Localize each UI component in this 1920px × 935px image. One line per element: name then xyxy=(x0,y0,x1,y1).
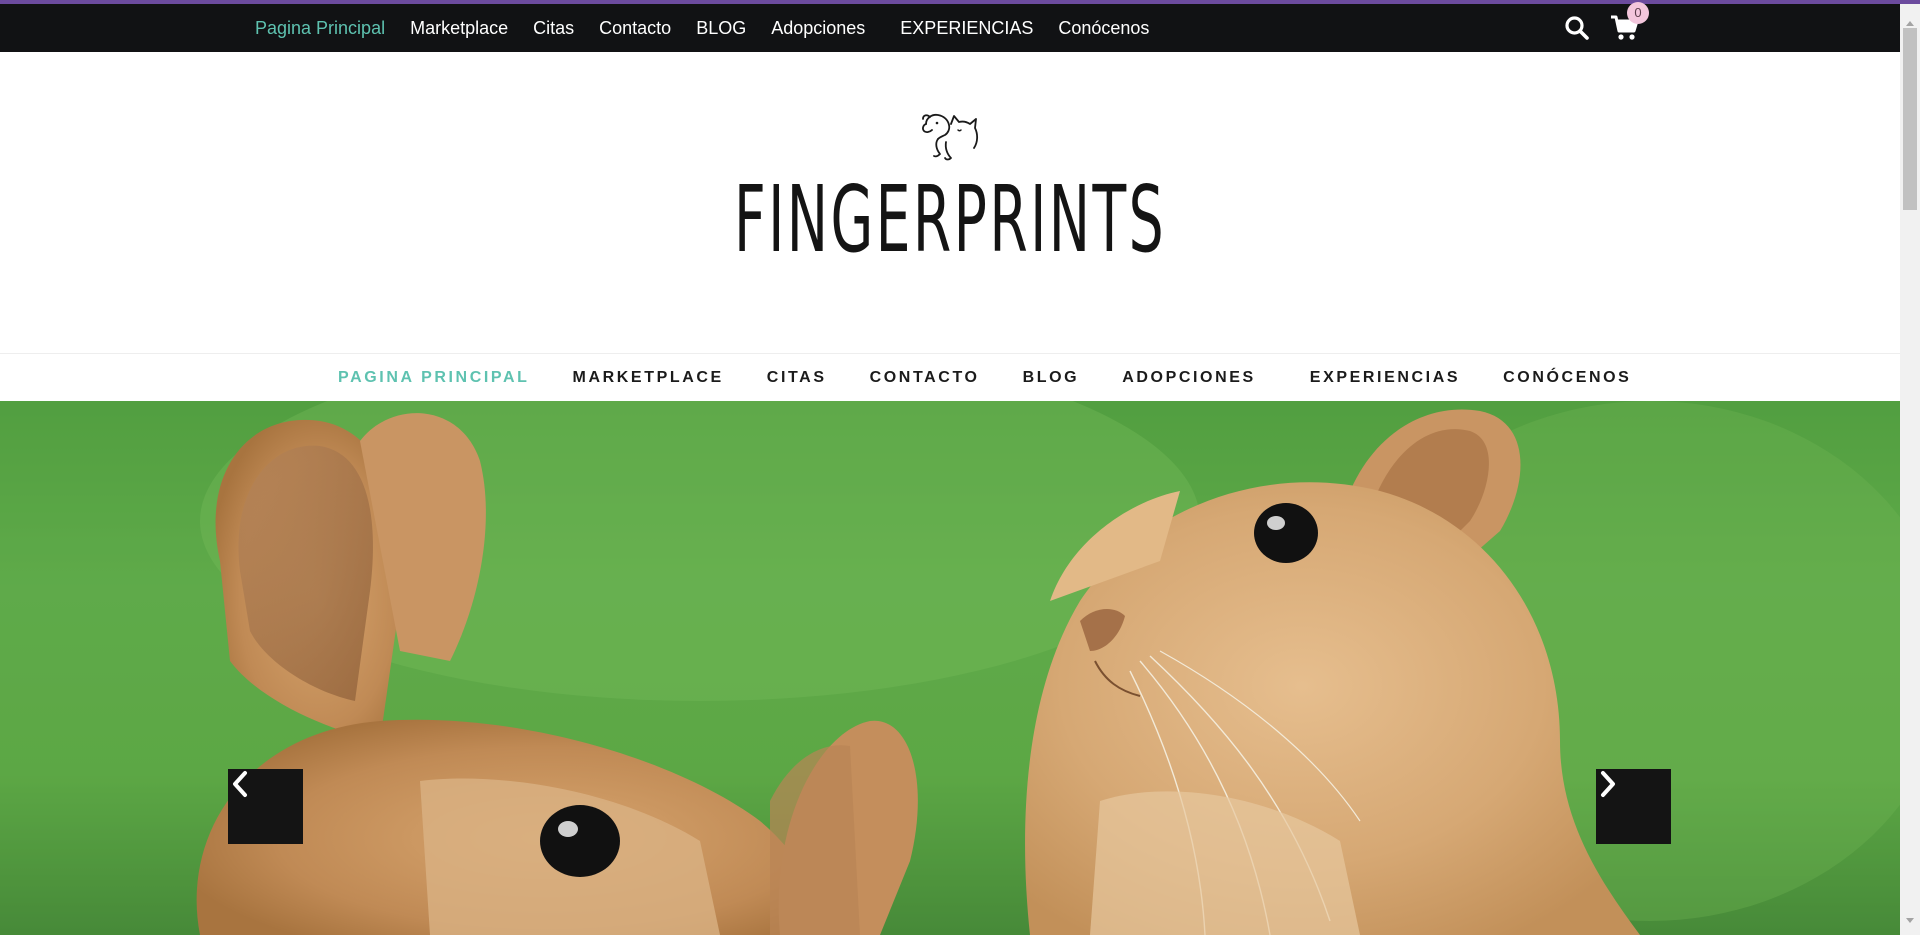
top-nav-adopciones[interactable]: Adopciones xyxy=(771,18,865,39)
top-bar-icons: 0 xyxy=(1564,2,1649,52)
top-nav-contacto[interactable]: Contacto xyxy=(599,18,671,39)
cart-button[interactable]: 0 xyxy=(1610,2,1649,42)
chevron-right-icon xyxy=(1601,771,1615,797)
top-nav-marketplace[interactable]: Marketplace xyxy=(410,18,508,39)
slider-prev-button[interactable] xyxy=(228,769,303,844)
rabbits-on-grass-photo xyxy=(0,401,1900,935)
main-nav-adopciones[interactable]: ADOPCIONES xyxy=(1122,369,1256,387)
main-nav-blog[interactable]: BLOG xyxy=(1023,369,1080,387)
scroll-up-arrow-icon[interactable] xyxy=(1900,18,1920,28)
page-scrollbar[interactable] xyxy=(1900,4,1920,935)
top-nav-home[interactable]: Pagina Principal xyxy=(255,18,385,39)
main-nav-experiencias[interactable]: EXPERIENCIAS xyxy=(1310,369,1460,387)
logo-area: FINGERPRINTS xyxy=(0,52,1900,352)
search-icon[interactable] xyxy=(1564,15,1590,41)
top-nav-blog[interactable]: BLOG xyxy=(696,18,746,39)
dog-cat-outline-icon[interactable] xyxy=(918,112,982,164)
main-nav-conocenos[interactable]: CONÓCENOS xyxy=(1503,369,1631,387)
main-nav-marketplace[interactable]: MARKETPLACE xyxy=(573,369,724,387)
chevron-left-icon xyxy=(233,771,247,797)
main-nav-contacto[interactable]: CONTACTO xyxy=(870,369,980,387)
top-nav-experiencias[interactable]: EXPERIENCIAS xyxy=(900,18,1033,39)
cart-count-badge: 0 xyxy=(1627,2,1649,24)
scrollbar-thumb[interactable] xyxy=(1903,28,1917,210)
scroll-down-arrow-icon[interactable] xyxy=(1900,916,1920,926)
main-nav-items: PAGINA PRINCIPAL MARKETPLACE CITAS CONTA… xyxy=(338,354,1674,402)
hero-slider xyxy=(0,401,1900,935)
top-nav-conocenos[interactable]: Conócenos xyxy=(1058,18,1149,39)
main-nav-home[interactable]: PAGINA PRINCIPAL xyxy=(338,369,530,387)
top-nav: Pagina Principal Marketplace Citas Conta… xyxy=(255,4,1174,52)
site-logo-text[interactable]: FINGERPRINTS xyxy=(380,170,1520,270)
main-nav: PAGINA PRINCIPAL MARKETPLACE CITAS CONTA… xyxy=(0,353,1900,401)
top-nav-citas[interactable]: Citas xyxy=(533,18,574,39)
main-nav-citas[interactable]: CITAS xyxy=(767,369,827,387)
top-bar: Pagina Principal Marketplace Citas Conta… xyxy=(0,2,1900,52)
slider-next-button[interactable] xyxy=(1596,769,1671,844)
